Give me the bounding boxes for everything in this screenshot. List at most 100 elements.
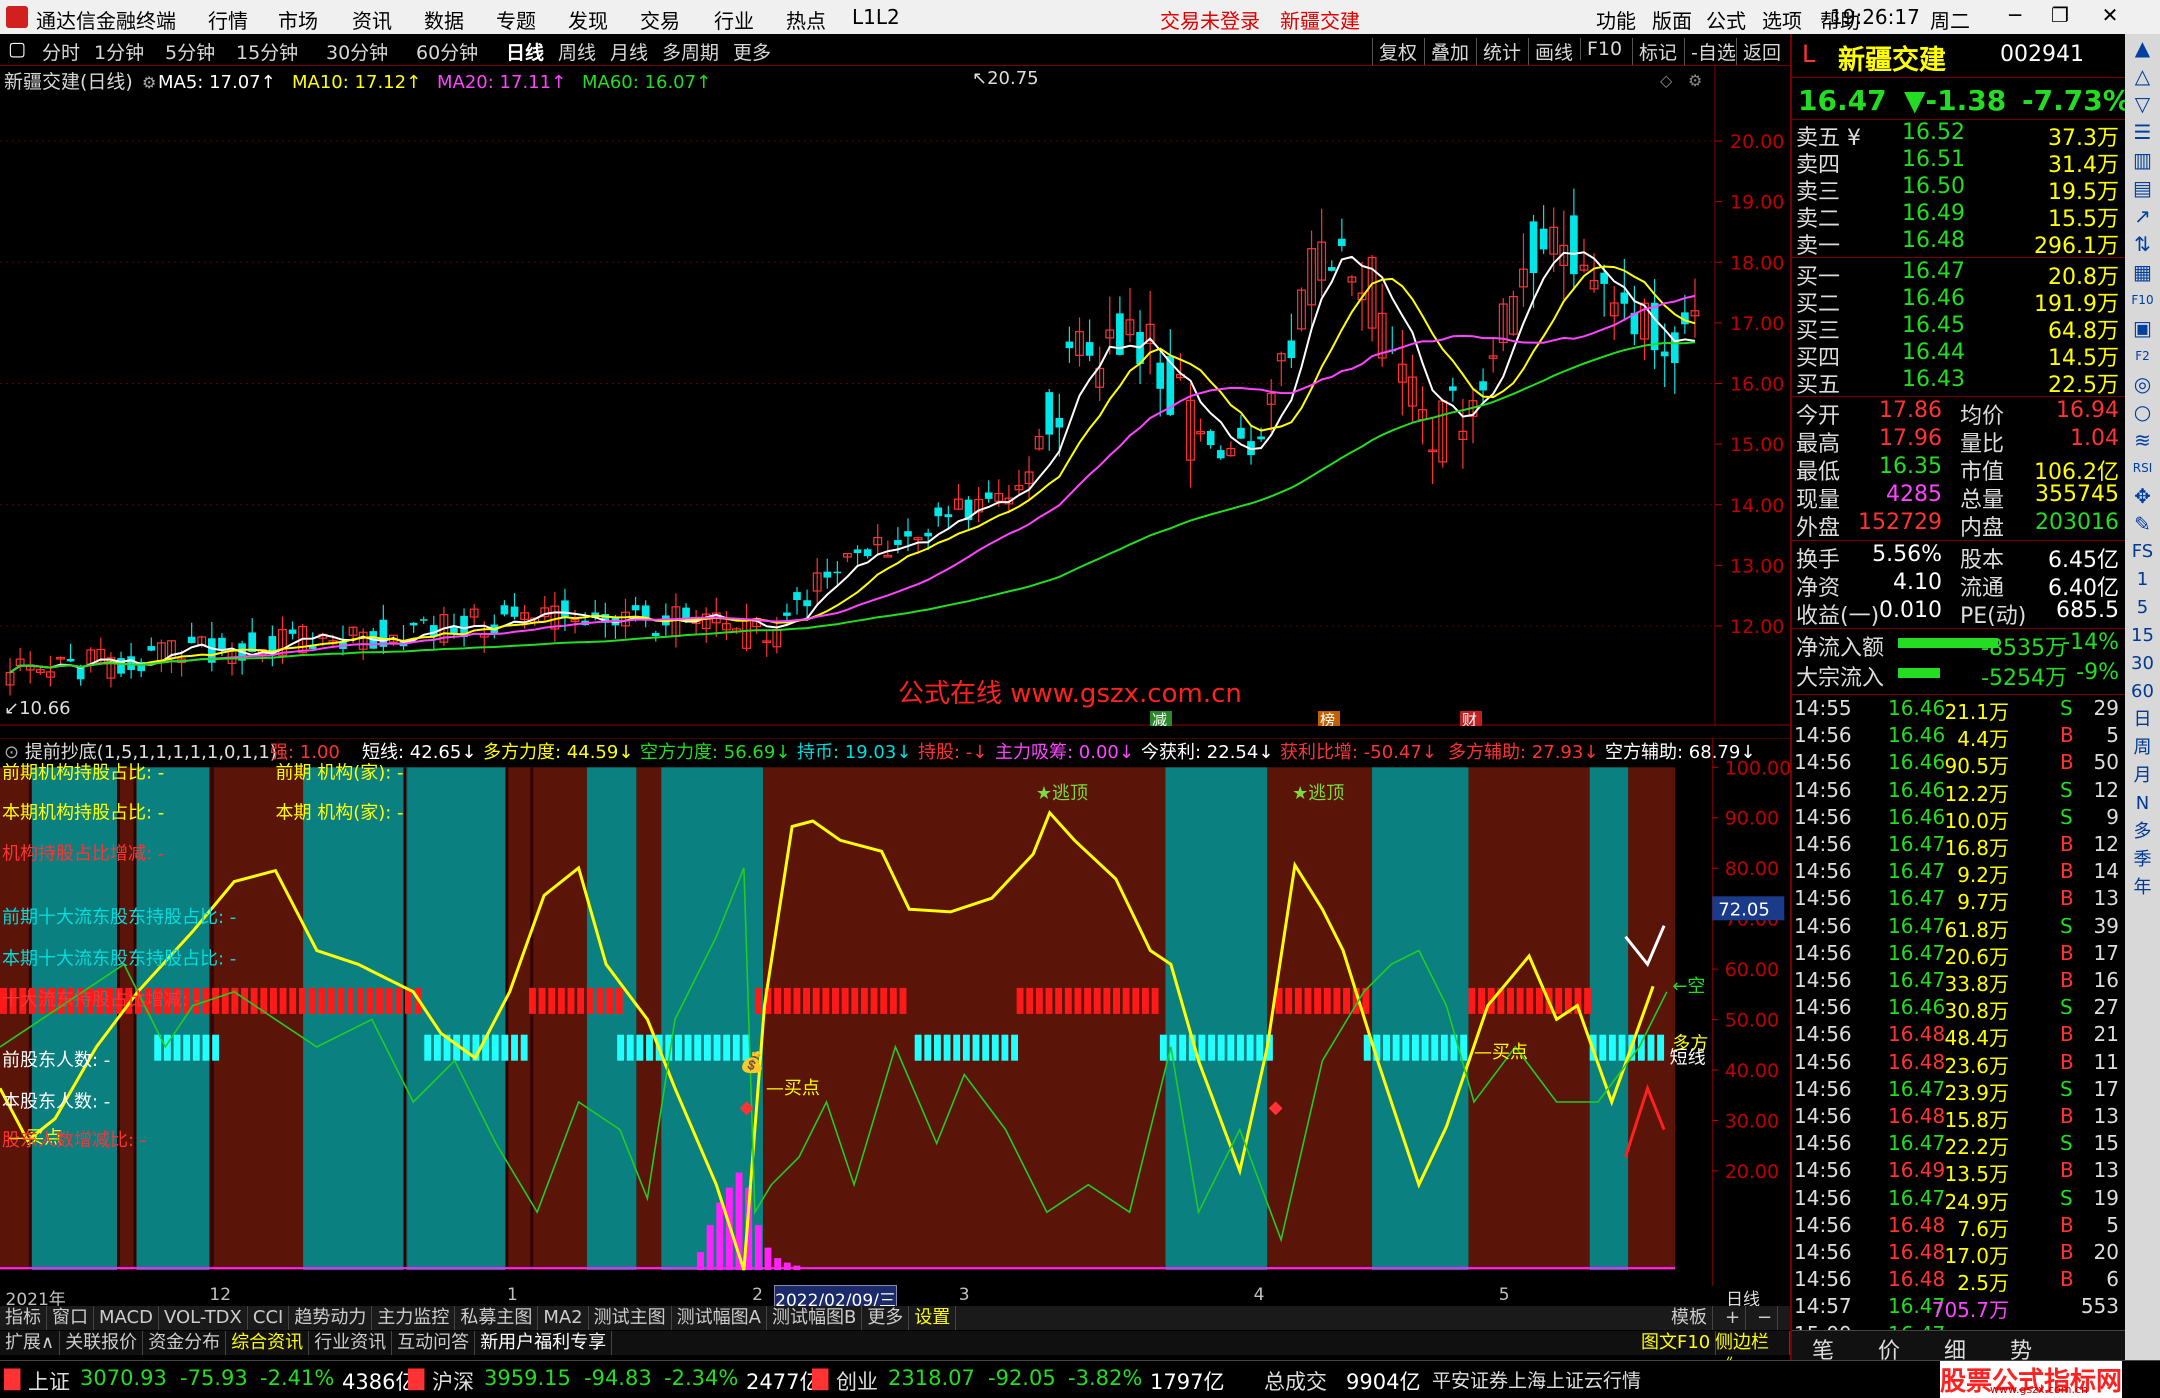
- bars-icon[interactable]: ▤: [2125, 174, 2160, 202]
- index-name[interactable]: 沪深: [432, 1366, 474, 1396]
- sidebar-period-11[interactable]: 季: [2125, 846, 2160, 874]
- tab-9[interactable]: 测试主图: [589, 1306, 672, 1330]
- period-7[interactable]: 周线: [558, 38, 596, 65]
- f2-icon[interactable]: F2: [2125, 342, 2160, 370]
- menu-7[interactable]: 行业: [714, 5, 754, 34]
- tab-8[interactable]: MA2: [538, 1306, 589, 1330]
- close-icon[interactable]: ✕: [2090, 3, 2130, 31]
- right-menu-4[interactable]: 帮助: [1820, 5, 1860, 34]
- tool-button-3[interactable]: 画线: [1528, 38, 1573, 65]
- ext-tab-3[interactable]: 综合资讯: [226, 1331, 310, 1355]
- sidebar-period-10[interactable]: 多: [2125, 818, 2160, 846]
- index-name[interactable]: 上证: [28, 1366, 70, 1396]
- ask-row[interactable]: 卖四 16.51 31.4万: [1792, 147, 2127, 178]
- panel-toggle-icon[interactable]: ▢: [8, 38, 26, 60]
- sidebar-period-1[interactable]: 1: [2125, 566, 2160, 594]
- menu-3[interactable]: 数据: [424, 5, 464, 34]
- chart-icon[interactable]: ▥: [2125, 146, 2160, 174]
- period-9[interactable]: 多周期: [662, 38, 719, 65]
- bid-row[interactable]: 买五 16.43 22.5万: [1792, 367, 2127, 398]
- tab-0[interactable]: 指标: [0, 1306, 47, 1330]
- period-10[interactable]: 更多: [733, 38, 771, 65]
- menu-6[interactable]: 交易: [640, 5, 680, 34]
- circle-icon[interactable]: ○: [2125, 398, 2160, 426]
- brush-icon[interactable]: ✎: [2125, 510, 2160, 538]
- period-5[interactable]: 60分钟: [416, 38, 478, 65]
- ask-row[interactable]: 卖三 16.50 19.5万: [1792, 174, 2127, 205]
- sidebar-tab[interactable]: 侧边栏《: [1710, 1331, 1790, 1377]
- down-icon[interactable]: ▽: [2125, 90, 2160, 118]
- menu-9[interactable]: L1L2: [852, 5, 900, 29]
- tab-12[interactable]: 更多: [862, 1306, 910, 1330]
- tab-13[interactable]: 设置: [909, 1306, 957, 1330]
- ext-tab-0[interactable]: 扩展∧: [0, 1331, 61, 1355]
- f10-tab[interactable]: 图文F10: [1636, 1331, 1717, 1355]
- up-down-icon[interactable]: ⇅: [2125, 230, 2160, 258]
- right-menu-1[interactable]: 版面: [1652, 5, 1692, 34]
- tab-1[interactable]: 窗口: [47, 1306, 94, 1330]
- menu-1[interactable]: 市场: [278, 5, 318, 34]
- tab-4[interactable]: CCI: [248, 1306, 290, 1330]
- trade-status[interactable]: 交易未登录: [1160, 5, 1260, 34]
- period-4[interactable]: 30分钟: [326, 38, 388, 65]
- f10-icon[interactable]: F10: [2125, 286, 2160, 314]
- tab-11[interactable]: 测试幅图B: [767, 1306, 863, 1330]
- ext-tab-1[interactable]: 关联报价: [60, 1331, 144, 1355]
- sidebar-period-6[interactable]: 日: [2125, 706, 2160, 734]
- tool-button-7[interactable]: 返回: [1736, 38, 1781, 65]
- ext-tab-5[interactable]: 互动问答: [392, 1331, 476, 1355]
- up2-icon[interactable]: △: [2125, 62, 2160, 90]
- ext-tab-6[interactable]: 新用户福利专享: [475, 1331, 613, 1355]
- sidebar-period-7[interactable]: 周: [2125, 734, 2160, 762]
- tab-5[interactable]: 趋势动力: [289, 1306, 373, 1330]
- menu-2[interactable]: 资讯: [352, 5, 392, 34]
- period-3[interactable]: 15分钟: [236, 38, 298, 65]
- period-6[interactable]: 日线: [506, 38, 544, 65]
- bid-row[interactable]: 买一 16.47 20.8万: [1792, 259, 2127, 290]
- list-icon[interactable]: ☰: [2125, 118, 2160, 146]
- index-name[interactable]: 创业: [836, 1366, 878, 1396]
- ask-row[interactable]: 卖五 ¥16.52 37.3万: [1792, 120, 2127, 151]
- sidebar-period-0[interactable]: FS: [2125, 538, 2160, 566]
- restore-icon[interactable]: ❐: [2040, 3, 2080, 31]
- minimize-icon[interactable]: ─: [1995, 3, 2035, 31]
- period-2[interactable]: 5分钟: [165, 38, 215, 65]
- ext-tab-2[interactable]: 资金分布: [143, 1331, 227, 1355]
- ask-row[interactable]: 卖一 16.48 296.1万: [1792, 228, 2127, 259]
- tab-10[interactable]: 测试幅图A: [672, 1306, 767, 1330]
- menu-0[interactable]: 行情: [208, 5, 248, 34]
- sidebar-period-5[interactable]: 60: [2125, 678, 2160, 706]
- tab-2[interactable]: MACD: [94, 1306, 159, 1330]
- rsi-icon[interactable]: RSI: [2125, 454, 2160, 482]
- compass-icon[interactable]: ◎: [2125, 370, 2160, 398]
- move-icon[interactable]: ✥: [2125, 482, 2160, 510]
- stack-icon[interactable]: ≋: [2125, 426, 2160, 454]
- menu-8[interactable]: 热点: [786, 5, 826, 34]
- up-icon[interactable]: ▲: [2125, 34, 2160, 62]
- sidebar-period-8[interactable]: 月: [2125, 762, 2160, 790]
- template-button[interactable]: 模板: [1666, 1306, 1713, 1330]
- tab-3[interactable]: VOL-TDX: [159, 1306, 248, 1330]
- book-icon[interactable]: ▣: [2125, 314, 2160, 342]
- trend-icon[interactable]: ↗: [2125, 202, 2160, 230]
- ask-row[interactable]: 卖二 16.49 15.5万: [1792, 201, 2127, 232]
- bid-row[interactable]: 买三 16.45 64.8万: [1792, 313, 2127, 344]
- indicator-chart[interactable]: 100.0090.0080.0070.0060.0050.0040.0030.0…: [0, 738, 1790, 1286]
- sidebar-period-9[interactable]: N: [2125, 790, 2160, 818]
- tab-7[interactable]: 私募主图: [455, 1306, 539, 1330]
- period-1[interactable]: 1分钟: [94, 38, 144, 65]
- tool-button-0[interactable]: 复权: [1372, 38, 1417, 65]
- sidebar-period-2[interactable]: 5: [2125, 594, 2160, 622]
- minus-icon[interactable]: −: [1752, 1306, 1779, 1330]
- tool-button-1[interactable]: 叠加: [1424, 38, 1469, 65]
- ext-tab-4[interactable]: 行业资讯: [309, 1331, 393, 1355]
- kline-chart[interactable]: 20.00 19.00 18.00 17.00 16.00 15.00 14.00 13.00…: [0, 66, 1790, 726]
- grid-icon[interactable]: ▦: [2125, 258, 2160, 286]
- bid-row[interactable]: 买二 16.46 191.9万: [1792, 286, 2127, 317]
- sidebar-period-12[interactable]: 年: [2125, 874, 2160, 902]
- right-menu-2[interactable]: 公式: [1706, 5, 1746, 34]
- tool-button-4[interactable]: F10: [1580, 38, 1622, 60]
- tool-button-2[interactable]: 统计: [1476, 38, 1521, 65]
- add-icon[interactable]: +: [1720, 1306, 1747, 1330]
- period-0[interactable]: 分时: [42, 38, 80, 65]
